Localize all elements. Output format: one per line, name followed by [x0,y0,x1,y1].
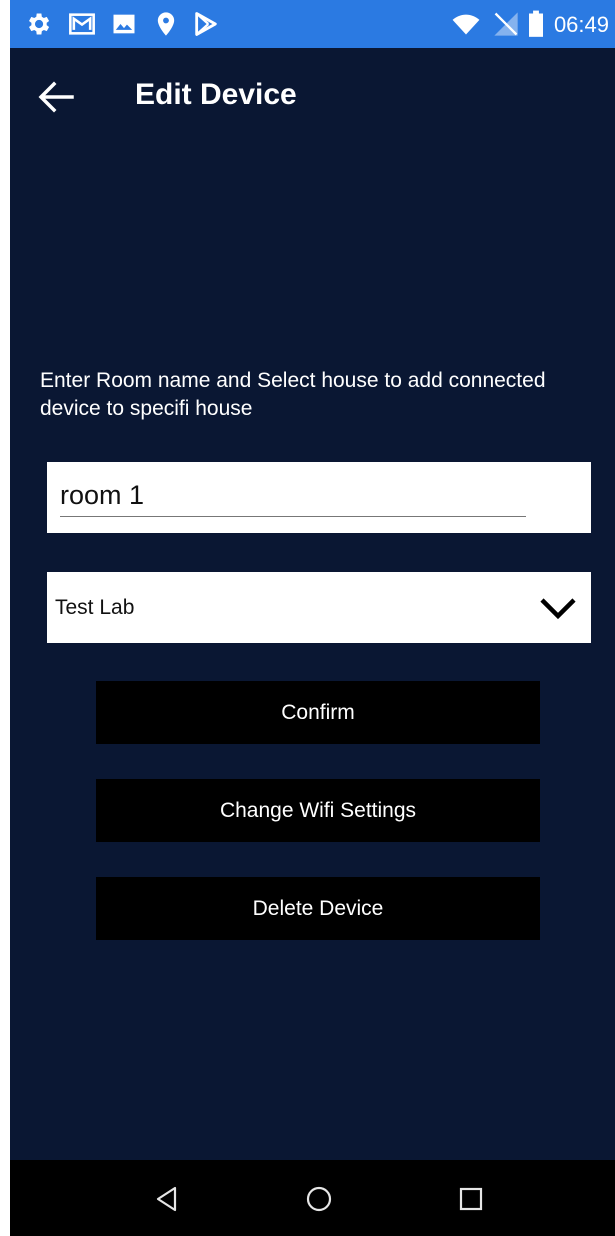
house-selected-value: Test Lab [55,596,135,619]
room-name-input[interactable] [60,474,526,517]
status-bar: 06:49 [10,0,615,48]
home-circle-icon[interactable] [304,1184,334,1214]
wifi-icon [452,14,480,35]
app-bar: Edit Device [10,48,615,148]
settings-icon [29,13,50,35]
app-screen: 06:49 Edit Device Enter Room name and Se… [10,0,615,1236]
change-wifi-settings-button[interactable]: Change Wifi Settings [96,779,540,842]
delete-device-button[interactable]: Delete Device [96,877,540,940]
navigation-bar [10,1160,615,1236]
page-title: Edit Device [135,78,297,111]
back-triangle-icon[interactable] [152,1184,182,1214]
no-sim-icon [494,12,518,36]
photo-icon [113,14,135,34]
location-icon [157,12,175,36]
status-time: 06:49 [553,12,609,37]
chevron-down-icon [540,598,576,620]
instruction-text: Enter Room name and Select house to add … [40,369,546,420]
gmail-icon [69,13,95,35]
confirm-button[interactable]: Confirm [96,681,540,744]
battery-icon [529,10,543,37]
recents-square-icon[interactable] [456,1184,486,1214]
play-store-icon [195,12,217,36]
arrow-back-icon[interactable] [36,80,76,114]
room-name-card [47,462,591,533]
house-dropdown[interactable]: Test Lab [47,572,591,643]
